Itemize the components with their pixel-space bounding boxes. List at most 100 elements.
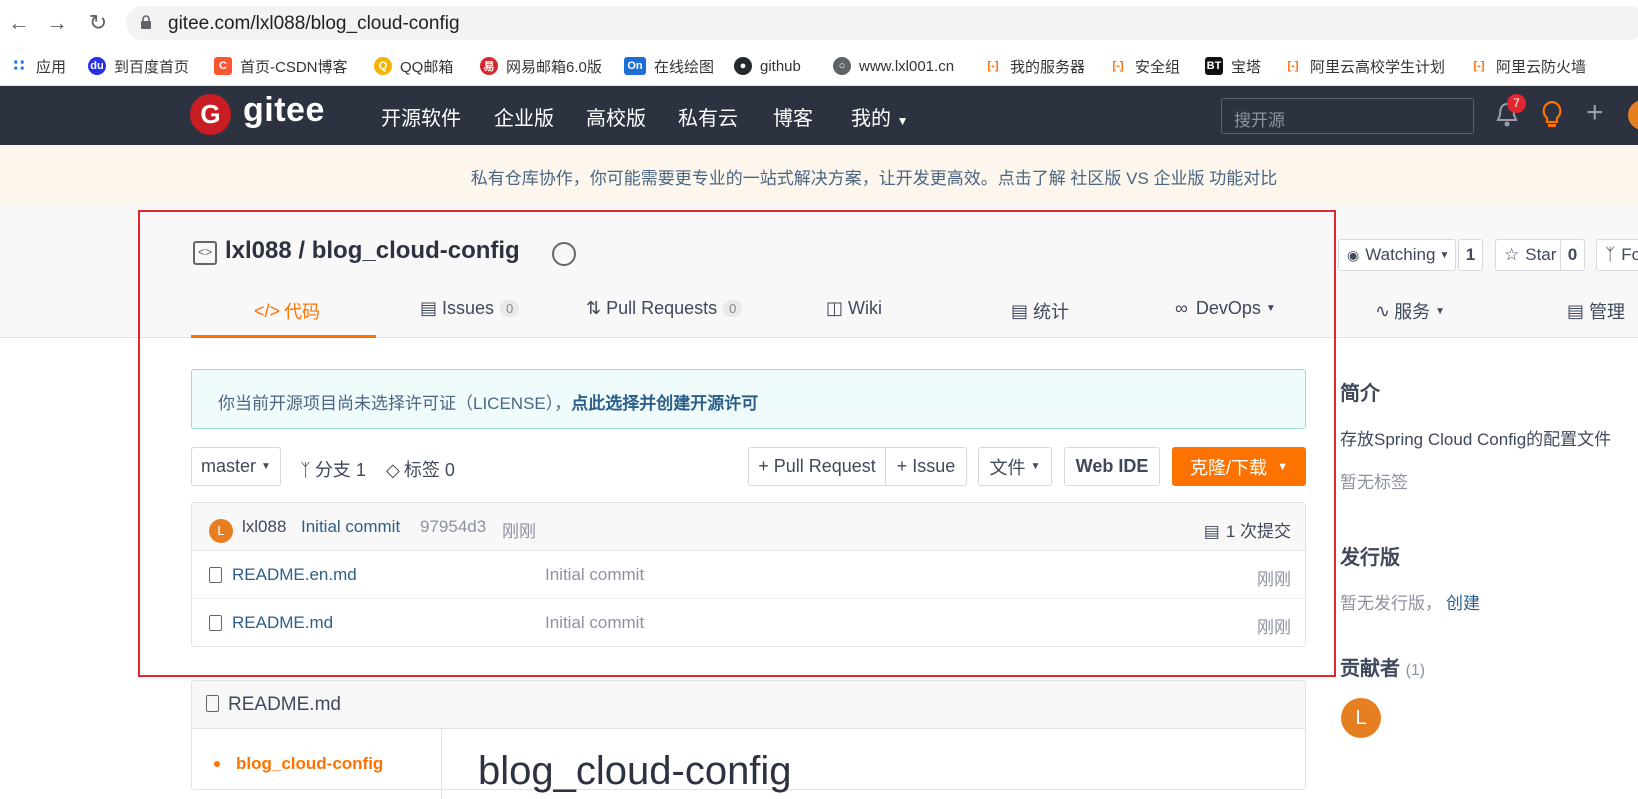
- commit-count[interactable]: ▤ 1 次提交: [1204, 517, 1291, 542]
- caret-down-icon: ▼: [1030, 461, 1041, 472]
- sidebar-intro-title: 简介: [1340, 383, 1380, 405]
- gitee-logo-text[interactable]: gitee: [243, 91, 325, 130]
- file-time: 刚刚: [1257, 570, 1291, 589]
- bookmark-draw[interactable]: On 在线绘图: [624, 54, 714, 78]
- sidebar-release-title: 发行版: [1340, 547, 1400, 569]
- plus-icon[interactable]: +: [1586, 96, 1604, 130]
- netease-mail-icon: 易: [480, 57, 498, 75]
- bar-chart-icon: ▤: [1011, 300, 1029, 321]
- browser-toolbar: ← → ↻ gitee.com/lxl088/blog_cloud-config: [0, 0, 1638, 46]
- promo-banner[interactable]: 私有仓库协作，你可能需要更专业的一站式解决方案，让开发更高效。点击了解 社区版 …: [0, 145, 1638, 206]
- infinity-icon: ∞: [1175, 298, 1188, 318]
- file-icon: [209, 567, 222, 583]
- bookmark-aliyun-students[interactable]: [-] 阿里云高校学生计划: [1284, 54, 1446, 78]
- license-notice-text: 你当前开源项目尚未选择许可证（LICENSE），: [218, 394, 572, 413]
- tab-stats[interactable]: ▤ 统计: [1011, 298, 1069, 324]
- reload-icon[interactable]: ↻: [85, 10, 111, 36]
- gitee-logo-icon[interactable]: G: [190, 94, 231, 135]
- code-icon: </>: [254, 300, 281, 321]
- readme-panel: README.md blog_cloud-config blog_cloud-c…: [191, 680, 1306, 799]
- create-release-link[interactable]: 创建: [1446, 594, 1480, 613]
- latest-commit-row: L lxl088 Initial commit 97954d3 刚刚 ▤ 1 次提…: [192, 503, 1305, 551]
- fork-button[interactable]: ᛉ Fo: [1596, 239, 1638, 271]
- pulse-icon: ∿: [1375, 300, 1391, 321]
- bookmark-security-group[interactable]: [-] 安全组: [1109, 54, 1181, 78]
- readme-file-icon: [206, 695, 219, 712]
- tab-services[interactable]: ∿ 服务 ▼: [1375, 298, 1445, 324]
- tab-code[interactable]: </> 代码: [254, 298, 320, 324]
- file-commit-message[interactable]: Initial commit: [545, 613, 644, 633]
- watching-count[interactable]: 1: [1458, 239, 1483, 271]
- web-ide-button[interactable]: Web IDE: [1064, 447, 1160, 486]
- issues-icon: ▤: [420, 298, 438, 318]
- branches-link[interactable]: ᛉ 分支 1: [300, 456, 366, 482]
- file-name[interactable]: README.en.md: [232, 565, 357, 585]
- files-dropdown[interactable]: 文件 ▼: [978, 447, 1052, 486]
- tab-manage[interactable]: ▤ 管理: [1567, 298, 1625, 324]
- star-button[interactable]: ☆ Star: [1495, 239, 1570, 271]
- caret-down-icon: ▼: [1439, 249, 1450, 261]
- bookmark-csdn[interactable]: C 首页-CSDN博客: [214, 54, 348, 78]
- readme-heading: blog_cloud-config: [478, 749, 792, 793]
- nav-blog[interactable]: 博客: [773, 102, 813, 131]
- watching-button[interactable]: ◉ Watching ▼: [1338, 239, 1456, 271]
- bookmark-netease-mail[interactable]: 易网易邮箱6.0版: [480, 54, 602, 78]
- bookmark-apps[interactable]: ∷ 应用: [10, 54, 66, 78]
- tab-issues[interactable]: ▤ Issues 0: [420, 298, 520, 319]
- bookmark-github[interactable]: ● github: [734, 54, 801, 78]
- toc-item[interactable]: blog_cloud-config: [236, 754, 383, 774]
- star-icon: ☆: [1504, 245, 1520, 264]
- tab-wiki[interactable]: ◫ Wiki: [826, 298, 882, 319]
- lightbulb-icon[interactable]: [1540, 100, 1564, 130]
- new-pull-request-button[interactable]: + Pull Request: [748, 447, 886, 486]
- forward-arrow-icon[interactable]: →: [44, 10, 70, 36]
- tags-link[interactable]: ◇ 标签 0: [386, 456, 455, 482]
- aliyun-icon: [-]: [1473, 60, 1485, 72]
- certification-badge-icon[interactable]: [552, 242, 576, 266]
- back-arrow-icon[interactable]: ←: [6, 10, 32, 36]
- bookmark-aliyun-firewall[interactable]: [-] 阿里云防火墙: [1470, 54, 1587, 78]
- lock-icon: [141, 15, 151, 29]
- fork-icon: ᛉ: [1605, 245, 1616, 264]
- bookmark-lxl001[interactable]: ○ www.lxl001.cn: [833, 54, 954, 78]
- commit-author[interactable]: lxl088: [242, 517, 286, 537]
- bookmark-qq-mail[interactable]: Q QQ邮箱: [374, 54, 453, 78]
- file-name[interactable]: README.md: [232, 613, 333, 633]
- aliyun-icon: [-]: [1287, 60, 1299, 72]
- nav-enterprise[interactable]: 企业版: [494, 102, 554, 131]
- notification-badge: 7: [1507, 94, 1526, 113]
- nav-open-source[interactable]: 开源软件: [381, 102, 461, 131]
- contributor-avatar[interactable]: L: [1341, 698, 1381, 738]
- bookmark-baidu[interactable]: du 到百度首页: [88, 54, 189, 78]
- sidebar-contributors-title: 贡献者 (1): [1340, 658, 1426, 680]
- repo-title[interactable]: lxl088 / blog_cloud-config: [225, 237, 520, 265]
- bookmark-bt[interactable]: BT 宝塔: [1205, 54, 1261, 78]
- commit-message[interactable]: Initial commit: [301, 517, 400, 537]
- branch-icon: ᛉ: [300, 460, 311, 480]
- create-license-link[interactable]: 点此选择并创建开源许可: [571, 394, 758, 413]
- nav-private-cloud[interactable]: 私有云: [678, 102, 738, 131]
- bookmark-my-server[interactable]: [-] 我的服务器: [984, 54, 1086, 78]
- tab-pull-requests[interactable]: ⇅ Pull Requests 0: [586, 298, 743, 319]
- user-avatar[interactable]: [1628, 100, 1638, 130]
- nav-education[interactable]: 高校版: [586, 102, 646, 131]
- commit-hash[interactable]: 97954d3: [420, 517, 486, 537]
- table-row[interactable]: README.md Initial commit 刚刚: [192, 599, 1305, 647]
- site-header: G gitee 开源软件 企业版 高校版 私有云 博客 我的 ▼ 搜开源 7 +: [0, 86, 1638, 145]
- new-issue-button[interactable]: + Issue: [885, 447, 967, 486]
- readme-title: README.md: [228, 694, 341, 715]
- star-count[interactable]: 0: [1560, 239, 1585, 271]
- aliyun-icon: [-]: [1112, 60, 1124, 72]
- active-tab-underline: [191, 335, 376, 338]
- clone-download-button[interactable]: 克隆/下载 ▼: [1172, 447, 1306, 486]
- address-bar[interactable]: gitee.com/lxl088/blog_cloud-config: [126, 6, 1638, 40]
- sidebar-no-release: 暂无发行版，: [1340, 594, 1442, 613]
- table-row[interactable]: README.en.md Initial commit 刚刚: [192, 551, 1305, 599]
- nav-mine[interactable]: 我的 ▼: [851, 102, 908, 131]
- file-commit-message[interactable]: Initial commit: [545, 565, 644, 585]
- branch-select[interactable]: master ▼: [191, 447, 281, 486]
- aliyun-icon: [-]: [987, 60, 999, 72]
- search-input[interactable]: 搜开源: [1221, 98, 1474, 134]
- tab-devops[interactable]: ∞ DevOps ▼: [1175, 298, 1276, 319]
- commit-avatar[interactable]: L: [209, 519, 233, 543]
